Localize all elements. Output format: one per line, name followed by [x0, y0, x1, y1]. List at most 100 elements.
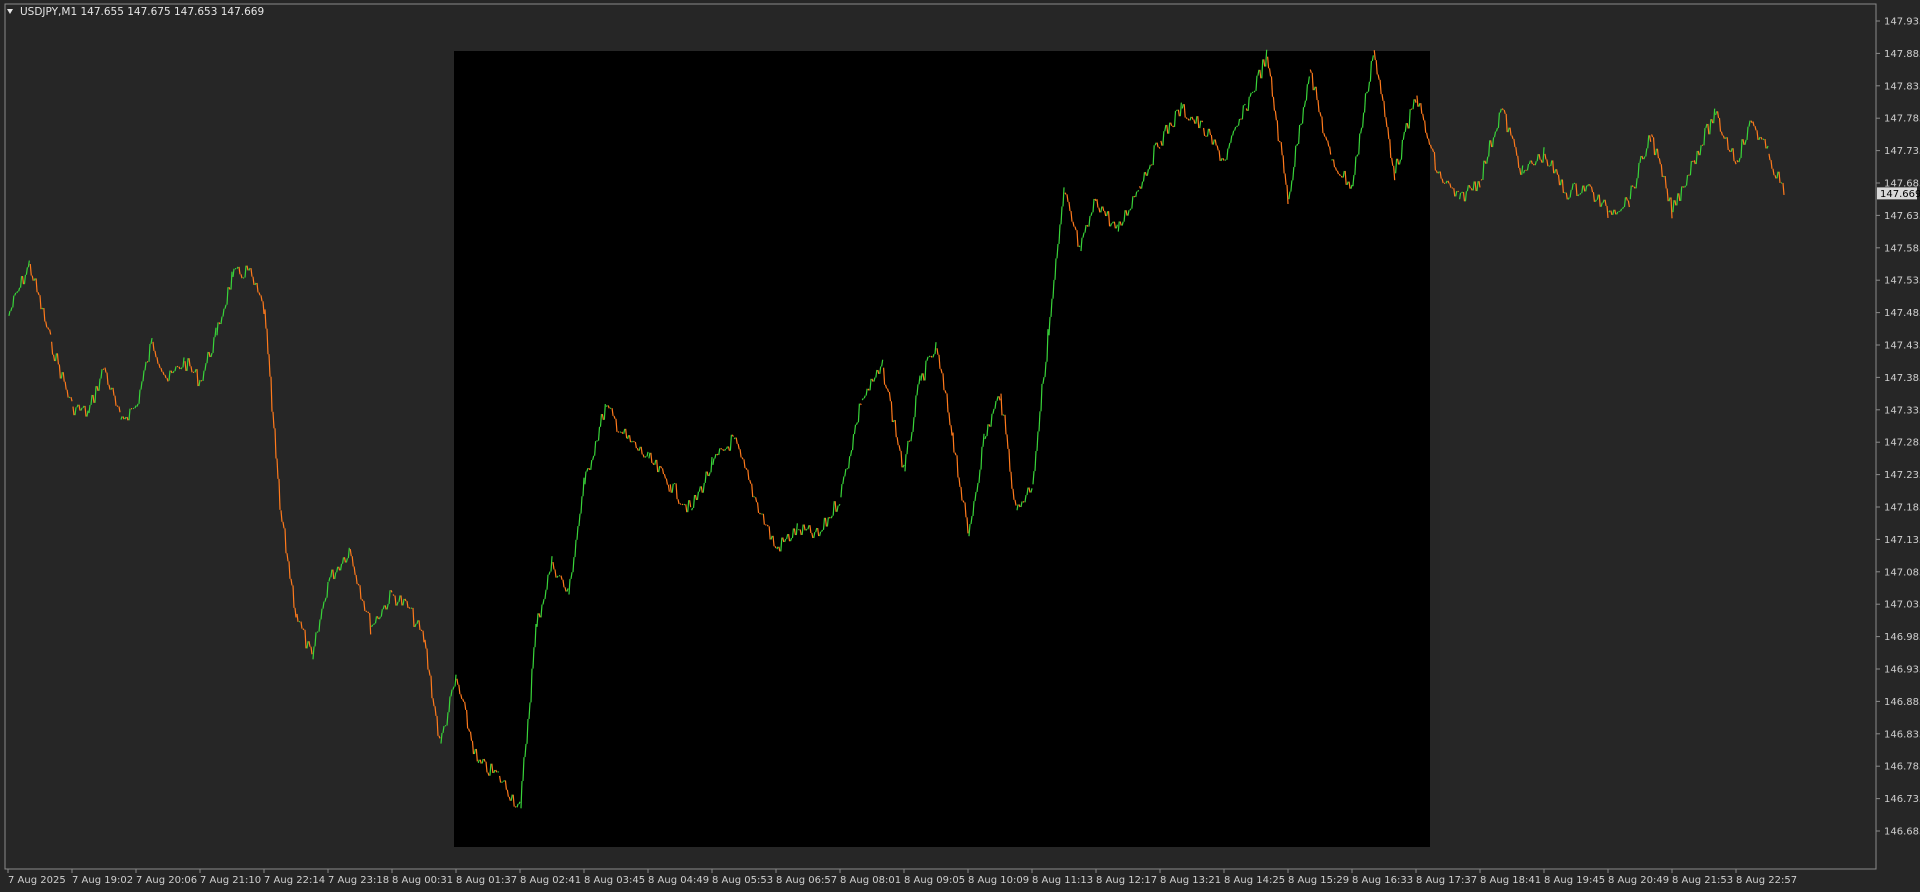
price-bar	[1656, 148, 1660, 159]
price-bar	[180, 367, 183, 370]
price-bar	[1585, 185, 1588, 192]
price-bar	[733, 437, 736, 440]
price-bar	[18, 287, 21, 292]
price-bar	[1577, 194, 1580, 197]
price-bar	[450, 689, 453, 697]
price-bar	[503, 780, 505, 783]
price-bar	[1519, 167, 1522, 175]
price-bar	[158, 363, 161, 369]
price-bar	[190, 366, 193, 373]
price-bar	[1503, 109, 1506, 115]
price-bar	[222, 308, 225, 317]
price-bar	[304, 629, 307, 649]
price-bar	[270, 376, 273, 412]
y-tick-label: 147.585	[1884, 243, 1920, 254]
price-bar	[1296, 143, 1299, 146]
price-bar	[82, 405, 85, 409]
price-bar	[1633, 186, 1636, 189]
price-bar	[408, 607, 411, 609]
price-bar	[1579, 192, 1582, 195]
price-bar	[422, 630, 425, 643]
x-tick-label: 7 Aug 20:06	[136, 875, 197, 886]
price-bar	[420, 629, 423, 632]
price-bar	[1750, 120, 1753, 123]
price-bar	[436, 715, 439, 736]
price-bar	[1693, 160, 1696, 165]
current-price-tag-text: 147.669	[1880, 189, 1920, 200]
y-tick-label: 147.935	[1884, 17, 1920, 28]
price-bar	[1495, 127, 1499, 132]
price-bar	[1493, 131, 1497, 138]
price-bar	[288, 561, 291, 579]
price-bar	[1511, 135, 1514, 140]
price-bar	[250, 268, 253, 277]
price-bar	[1742, 139, 1745, 145]
price-bar	[332, 569, 335, 580]
price-bar	[1621, 206, 1625, 210]
price-bar	[1746, 126, 1749, 140]
price-bar	[1559, 179, 1563, 186]
price-bar	[25, 267, 28, 275]
price-bar	[446, 712, 449, 726]
price-bar	[278, 478, 281, 510]
price-bar	[1453, 188, 1456, 197]
price-bar	[1532, 163, 1535, 166]
price-bar	[70, 397, 73, 402]
price-bar	[162, 371, 165, 376]
price-bar	[60, 372, 63, 379]
price-bar	[1278, 140, 1281, 143]
price-bar	[116, 405, 119, 407]
price-bar	[244, 265, 247, 278]
chart-window[interactable]: 147.935 147.885 147.835 147.785 147.735 147.6…	[0, 0, 1920, 892]
price-bar	[1158, 146, 1161, 149]
price-bar	[805, 528, 808, 531]
price-bar	[1730, 148, 1733, 153]
y-tick-label: 146.785	[1884, 762, 1920, 773]
price-bar	[1253, 90, 1256, 93]
price-bar	[1734, 160, 1737, 165]
x-tick-label: 8 Aug 16:33	[1352, 875, 1413, 886]
price-bar	[1429, 144, 1433, 149]
price-bar	[1433, 151, 1436, 171]
price-bar	[1594, 199, 1597, 203]
price-bar	[188, 358, 191, 367]
price-bar	[152, 341, 155, 351]
price-chart[interactable]: 147.935 147.885 147.835 147.785 147.735 147.6…	[0, 0, 1920, 892]
price-bar	[1129, 208, 1132, 211]
price-bar	[37, 292, 40, 296]
price-bar	[1629, 185, 1632, 200]
price-bar	[681, 503, 684, 506]
x-tick-label: 8 Aug 03:45	[584, 875, 645, 886]
price-bar	[274, 428, 277, 459]
price-bar	[144, 361, 147, 371]
price-bar	[52, 354, 56, 362]
price-bar	[322, 601, 325, 609]
price-bar	[1462, 191, 1466, 202]
price-bar	[230, 271, 233, 290]
y-tick-label: 147.235	[1884, 470, 1920, 481]
price-bar	[140, 381, 143, 390]
price-bar	[1111, 221, 1114, 224]
price-bar	[1726, 137, 1729, 150]
price-bar	[1728, 149, 1731, 153]
price-bar	[400, 595, 403, 606]
price-bar	[365, 610, 368, 613]
price-bar	[766, 524, 769, 527]
price-bar	[1716, 111, 1720, 119]
price-bar	[1715, 111, 1718, 116]
price-bar	[80, 407, 83, 411]
price-bar	[182, 357, 185, 368]
price-bar	[96, 386, 99, 391]
price-bar	[1581, 185, 1584, 194]
price-bar	[124, 416, 127, 420]
price-bar	[122, 416, 125, 420]
price-bar	[378, 616, 381, 620]
price-bar	[84, 405, 87, 417]
price-bar	[434, 706, 437, 716]
price-bar	[452, 686, 455, 690]
price-bar	[1668, 197, 1671, 202]
triangle-down-icon[interactable]	[7, 9, 13, 14]
price-bar	[336, 566, 339, 573]
price-bar	[339, 563, 343, 571]
price-bar	[373, 623, 376, 626]
